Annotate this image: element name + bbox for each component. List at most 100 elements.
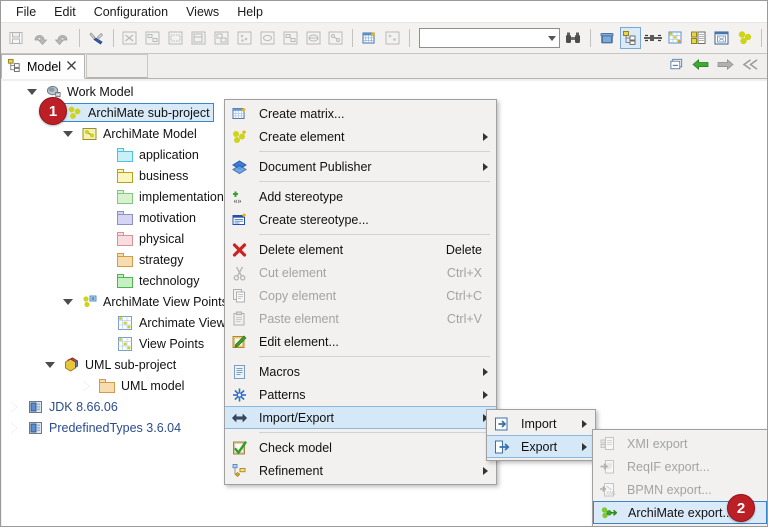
tab-model[interactable]: Model <box>1 54 86 79</box>
tree-item-content[interactable]: JDK 8.66.06 <box>26 399 118 415</box>
chevron-right-icon[interactable] <box>80 380 91 392</box>
search-binoculars-icon[interactable] <box>563 27 584 49</box>
tree-item-content[interactable]: strategy <box>116 252 183 267</box>
chevron-right-icon[interactable] <box>8 422 19 434</box>
tree-item-content[interactable]: business <box>116 168 189 183</box>
menu-item-refinement[interactable]: Refinement <box>225 459 496 482</box>
menu-views[interactable]: Views <box>177 3 228 21</box>
search-combo[interactable] <box>419 28 560 48</box>
tree-item-label: physical <box>139 231 185 246</box>
menu-item-delete-element[interactable]: Delete element Delete <box>225 238 496 261</box>
menu-item-patterns[interactable]: Patterns <box>225 383 496 406</box>
menu-item-shortcut: Ctrl+C <box>446 288 482 303</box>
tree-item-label: UML sub-project <box>85 357 177 372</box>
menu-item-export[interactable]: Export <box>487 435 595 458</box>
tree-item-content[interactable]: motivation <box>116 210 196 225</box>
tree-item-label: business <box>139 168 189 183</box>
tree-item-label: implementation <box>139 189 224 204</box>
menu-item-import[interactable]: Import <box>487 412 595 435</box>
archimate-icon[interactable] <box>734 27 755 49</box>
tree-item-content[interactable]: PredefinedTypes 3.6.04 <box>26 420 181 436</box>
tree-item-content[interactable]: implementation <box>116 189 224 204</box>
tree-item-content[interactable]: technology <box>116 273 199 288</box>
create-usecase-diagram-icon[interactable] <box>257 27 278 49</box>
menu-item-create-element[interactable]: Create element <box>225 125 496 148</box>
menu-item-label: Refinement <box>259 463 323 478</box>
edit-icon <box>225 334 253 350</box>
submenu-arrow-icon <box>483 367 488 376</box>
menu-item-edit-element[interactable]: Edit element... <box>225 330 496 353</box>
xmi-export-icon <box>593 436 621 452</box>
tree-item-content[interactable]: ArchiMate View Points <box>80 294 228 310</box>
trash-icon[interactable] <box>597 27 618 49</box>
tree-item-content[interactable]: application <box>116 147 199 162</box>
chevron-down-icon[interactable] <box>26 86 37 97</box>
view-toolbar <box>669 54 767 78</box>
menu-file[interactable]: File <box>7 3 45 21</box>
create-profile-diagram-icon[interactable] <box>325 27 346 49</box>
undo-icon[interactable] <box>29 27 50 49</box>
create-view-icon[interactable] <box>382 27 403 49</box>
save-icon[interactable] <box>6 27 27 49</box>
create-class-diagram-icon[interactable] <box>119 27 140 49</box>
create-activity-diagram-icon[interactable] <box>188 27 209 49</box>
back-arrow-icon[interactable] <box>692 57 709 75</box>
menu-separator <box>259 432 490 433</box>
create-object-diagram-icon[interactable] <box>280 27 301 49</box>
chevron-down-icon[interactable] <box>62 296 73 307</box>
tree-item-content[interactable]: View Points <box>116 336 204 352</box>
tree-item-content[interactable]: ArchiMate Model <box>80 126 197 142</box>
menu-separator <box>259 151 490 152</box>
folder-icon <box>116 168 134 183</box>
menu-configuration[interactable]: Configuration <box>85 3 177 21</box>
view-icon <box>116 315 134 331</box>
tree-item-selected[interactable]: ArchiMate sub-project <box>62 103 214 122</box>
chevron-right-icon[interactable] <box>8 401 19 413</box>
tree-item-label: ArchiMate View Points <box>103 294 228 309</box>
grid-view-icon[interactable] <box>711 27 732 49</box>
menu-edit[interactable]: Edit <box>45 3 85 21</box>
library-icon <box>26 420 44 436</box>
create-matrix-icon[interactable] <box>359 27 380 49</box>
chevron-down-icon[interactable] <box>62 128 73 139</box>
create-deployment-diagram-icon[interactable] <box>234 27 255 49</box>
menu-item-create-stereotype[interactable]: Create stereotype... <box>225 208 496 231</box>
import-icon <box>487 416 515 432</box>
forward-arrow-icon[interactable] <box>717 57 734 75</box>
tree-item-content[interactable]: UML sub-project <box>62 356 177 373</box>
matrix-view-icon[interactable] <box>665 27 686 49</box>
folder-icon <box>116 210 134 225</box>
tree-item-label: ArchiMate sub-project <box>88 105 210 120</box>
tree-item-label: PredefinedTypes 3.6.04 <box>49 420 182 435</box>
menu-item-macros[interactable]: Macros <box>225 360 496 383</box>
model-tree-icon[interactable] <box>619 27 641 49</box>
tree-item-content[interactable]: physical <box>116 231 185 246</box>
menu-item-shortcut: Delete <box>445 242 482 257</box>
menu-item-label: Create matrix... <box>259 106 345 121</box>
menu-item-import-export[interactable]: Import/Export <box>225 406 496 429</box>
menu-item-label: XMI export <box>627 436 688 451</box>
table-view-icon[interactable] <box>688 27 709 49</box>
menu-item-document-publisher[interactable]: Document Publisher <box>225 155 496 178</box>
create-sequence-diagram-icon[interactable] <box>142 27 163 49</box>
menu-item-add-stereotype[interactable]: «» Add stereotype <box>225 185 496 208</box>
tree-item-content[interactable]: UML model <box>98 378 184 393</box>
redo-icon[interactable] <box>52 27 73 49</box>
menu-help[interactable]: Help <box>228 3 272 21</box>
menu-item-label: Macros <box>259 364 300 379</box>
menu-item-label: Copy element <box>259 288 337 303</box>
minimize-icon[interactable] <box>669 57 684 75</box>
tree-item-content[interactable]: Archimate Views <box>116 315 232 331</box>
collapse-all-icon[interactable] <box>742 58 759 74</box>
create-package-diagram-icon[interactable] <box>303 27 324 49</box>
menu-item-create-matrix[interactable]: Create matrix... <box>225 102 496 125</box>
close-icon[interactable] <box>66 60 77 74</box>
archimate-model-icon <box>80 126 98 142</box>
link-icon[interactable] <box>643 27 664 49</box>
create-component-diagram-icon[interactable] <box>211 27 232 49</box>
chevron-down-icon[interactable] <box>44 359 55 370</box>
menu-item-check-model[interactable]: Check model <box>225 436 496 459</box>
create-state-diagram-icon[interactable] <box>165 27 186 49</box>
tools-icon[interactable] <box>86 27 107 49</box>
